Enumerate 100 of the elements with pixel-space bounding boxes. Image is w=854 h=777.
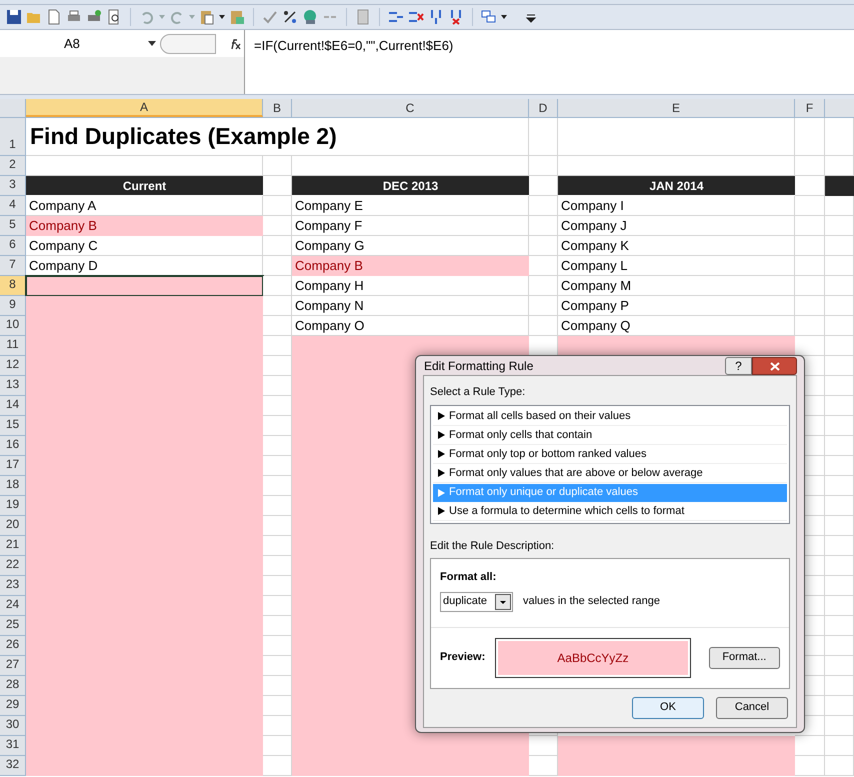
- column-header[interactable]: C: [292, 99, 529, 117]
- row-header[interactable]: 15: [0, 416, 26, 436]
- table-cell[interactable]: [795, 756, 825, 776]
- table-cell[interactable]: [263, 276, 292, 296]
- table-cell[interactable]: [825, 676, 854, 696]
- table-cell[interactable]: [263, 336, 292, 356]
- table-cell[interactable]: [26, 276, 263, 296]
- row-header[interactable]: 29: [0, 696, 26, 716]
- table-cell[interactable]: [825, 118, 854, 156]
- calculator-icon[interactable]: [355, 9, 371, 25]
- table-cell[interactable]: [529, 296, 558, 316]
- paste-icon[interactable]: [199, 9, 215, 25]
- table-cell[interactable]: [825, 576, 854, 596]
- row-header[interactable]: 11: [0, 336, 26, 356]
- save-icon[interactable]: [6, 9, 22, 25]
- row-header[interactable]: 25: [0, 616, 26, 636]
- table-cell[interactable]: Company F: [292, 216, 529, 236]
- row-header[interactable]: 6: [0, 236, 26, 256]
- table-cell[interactable]: [825, 536, 854, 556]
- table-cell[interactable]: [529, 276, 558, 296]
- table-cell[interactable]: [558, 118, 795, 156]
- layout-icon[interactable]: [481, 9, 497, 25]
- table-cell[interactable]: [795, 736, 825, 756]
- table-cell[interactable]: [263, 496, 292, 516]
- row-header[interactable]: 1: [0, 118, 26, 156]
- clipboard-icon[interactable]: [229, 9, 245, 25]
- globe-link-icon[interactable]: [302, 9, 318, 25]
- formula-text[interactable]: =IF(Current!$E6=0,"",Current!$E6): [245, 30, 454, 94]
- table-cell[interactable]: [795, 296, 825, 316]
- table-cell[interactable]: Company J: [558, 216, 795, 236]
- table-cell[interactable]: [825, 756, 854, 776]
- row-header[interactable]: 13: [0, 376, 26, 396]
- rule-type-item[interactable]: Format only cells that contain: [433, 426, 787, 445]
- table-cell[interactable]: Company E: [292, 196, 529, 216]
- table-cell[interactable]: [825, 436, 854, 456]
- row-header[interactable]: 27: [0, 656, 26, 676]
- row-header[interactable]: 26: [0, 636, 26, 656]
- table-cell[interactable]: [825, 216, 854, 236]
- table-cell[interactable]: [825, 516, 854, 536]
- table-cell[interactable]: Company L: [558, 256, 795, 276]
- table-cell[interactable]: [795, 118, 825, 156]
- table-cell[interactable]: [825, 596, 854, 616]
- column-header[interactable]: E: [558, 99, 795, 117]
- table-cell[interactable]: [825, 376, 854, 396]
- table-cell[interactable]: [529, 118, 558, 156]
- table-cell[interactable]: [825, 716, 854, 736]
- row-header[interactable]: 31: [0, 736, 26, 756]
- table-cell[interactable]: [263, 636, 292, 656]
- table-cell[interactable]: [558, 756, 795, 776]
- table-cell[interactable]: [825, 356, 854, 376]
- table-cell[interactable]: [825, 336, 854, 356]
- table-cell[interactable]: [263, 236, 292, 256]
- table-cell[interactable]: [825, 616, 854, 636]
- table-cell[interactable]: [558, 736, 795, 756]
- table-cell[interactable]: [263, 476, 292, 496]
- table-cell[interactable]: [529, 156, 558, 176]
- table-cell[interactable]: [529, 236, 558, 256]
- table-cell[interactable]: [825, 396, 854, 416]
- close-button[interactable]: [752, 357, 797, 375]
- table-cell[interactable]: [263, 536, 292, 556]
- row-header[interactable]: 22: [0, 556, 26, 576]
- table-cell[interactable]: [825, 316, 854, 336]
- table-cell[interactable]: [263, 576, 292, 596]
- column-header[interactable]: F: [795, 99, 825, 117]
- format-button[interactable]: Format...: [708, 646, 780, 669]
- row-header[interactable]: 3: [0, 176, 26, 196]
- insert-row-icon[interactable]: [388, 9, 404, 25]
- table-cell[interactable]: Company M: [558, 276, 795, 296]
- table-cell[interactable]: [263, 176, 292, 196]
- percent-icon[interactable]: [282, 9, 298, 25]
- table-cell[interactable]: [263, 376, 292, 396]
- table-cell[interactable]: [825, 636, 854, 656]
- table-cell[interactable]: [795, 176, 825, 196]
- table-cell[interactable]: [263, 356, 292, 376]
- rule-type-item[interactable]: Format only values that are above or below average: [433, 464, 787, 483]
- table-cell[interactable]: [292, 156, 529, 176]
- table-cell[interactable]: [825, 656, 854, 676]
- row-header[interactable]: 18: [0, 476, 26, 496]
- column-header[interactable]: A: [26, 99, 263, 117]
- table-cell[interactable]: [825, 416, 854, 436]
- row-header[interactable]: 8: [0, 276, 26, 296]
- table-cell[interactable]: [263, 656, 292, 676]
- table-cell[interactable]: [825, 296, 854, 316]
- new-document-icon[interactable]: [46, 9, 62, 25]
- rule-type-item[interactable]: Format all cells based on their values: [433, 408, 787, 426]
- row-header[interactable]: 9: [0, 296, 26, 316]
- table-cell[interactable]: [529, 196, 558, 216]
- table-cell[interactable]: [825, 736, 854, 756]
- insert-column-icon[interactable]: [428, 9, 444, 25]
- table-cell[interactable]: [263, 416, 292, 436]
- table-cell[interactable]: [795, 196, 825, 216]
- row-header[interactable]: 7: [0, 256, 26, 276]
- table-cell[interactable]: [529, 316, 558, 336]
- row-header[interactable]: 30: [0, 716, 26, 736]
- table-cell[interactable]: [263, 256, 292, 276]
- table-cell[interactable]: [795, 276, 825, 296]
- row-header[interactable]: 16: [0, 436, 26, 456]
- table-cell[interactable]: [825, 276, 854, 296]
- row-header[interactable]: 2: [0, 156, 26, 176]
- table-cell[interactable]: Company B: [292, 256, 529, 276]
